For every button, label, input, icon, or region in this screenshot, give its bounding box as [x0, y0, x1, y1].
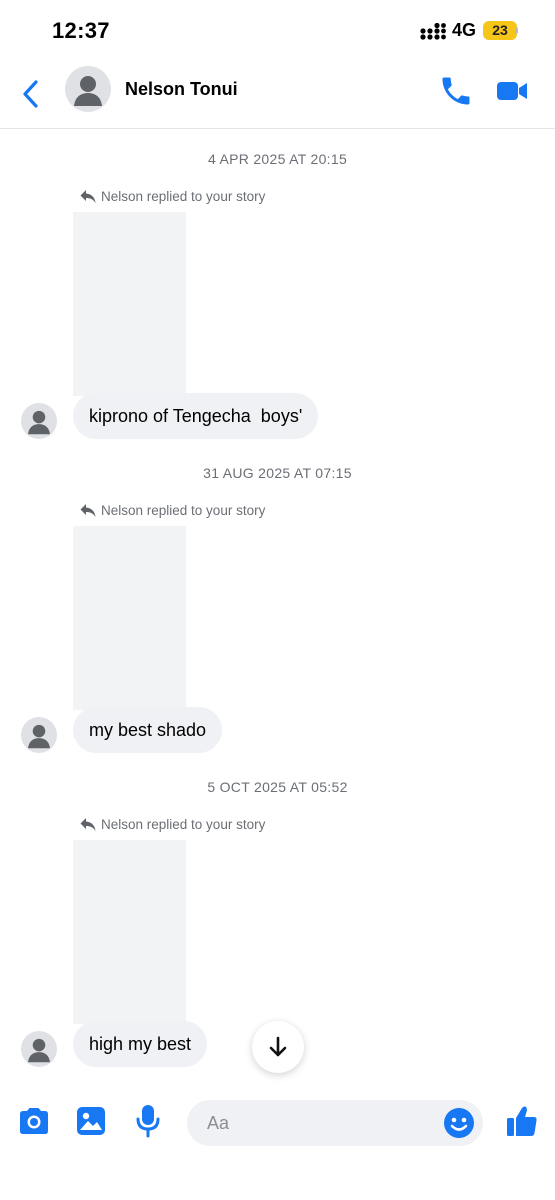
message-composer: Aa [0, 1090, 555, 1200]
contact-name[interactable]: Nelson Tonui [125, 79, 238, 100]
default-avatar-icon [74, 76, 102, 106]
message-input-placeholder: Aa [207, 1113, 230, 1133]
status-bar: 12:37 4G 23 [0, 0, 555, 60]
microphone-icon[interactable] [134, 1103, 162, 1139]
contact-avatar[interactable] [65, 66, 111, 112]
back-icon[interactable] [14, 74, 48, 114]
thumbs-up-icon[interactable] [505, 1104, 539, 1138]
phone-icon[interactable] [438, 73, 474, 109]
battery-indicator: 23 [483, 21, 517, 40]
story-reply-note: Nelson replied to your story [80, 503, 265, 518]
camera-icon[interactable] [17, 1106, 51, 1136]
sender-avatar[interactable] [21, 403, 57, 439]
smiley-icon[interactable] [443, 1107, 475, 1139]
story-reply-note: Nelson replied to your story [80, 817, 265, 832]
story-reply-note-text: Nelson replied to your story [101, 189, 266, 204]
default-avatar-icon [28, 724, 50, 749]
message-bubble[interactable]: high my best [73, 1021, 208, 1067]
story-reply-note: Nelson replied to your story [80, 189, 265, 204]
story-thumbnail[interactable] [73, 840, 186, 1024]
reply-arrow-icon [80, 504, 96, 517]
chat-header: Nelson Tonui [0, 60, 555, 129]
network-type: 4G [452, 20, 477, 40]
scroll-to-bottom-button[interactable] [252, 1021, 304, 1073]
story-thumbnail[interactable] [73, 212, 186, 396]
message-timestamp: 5 OCT 2025 AT 05:52 [207, 779, 348, 795]
default-avatar-icon [28, 410, 50, 435]
battery-level: 23 [492, 22, 508, 38]
signal-icon [420, 23, 446, 40]
story-reply-note-text: Nelson replied to your story [101, 503, 266, 518]
arrow-down-icon [269, 1036, 287, 1057]
status-time: 12:37 [52, 18, 110, 43]
message-input[interactable]: Aa [187, 1100, 483, 1146]
message-timestamp: 31 AUG 2025 AT 07:15 [203, 465, 352, 481]
battery-cap [515, 27, 518, 34]
reply-arrow-icon [80, 190, 96, 203]
story-thumbnail[interactable] [73, 526, 186, 710]
image-icon[interactable] [75, 1105, 107, 1137]
message-bubble[interactable]: my best shado [73, 707, 223, 753]
message-bubble[interactable]: kiprono of Tengecha boys' [73, 393, 319, 439]
message-timestamp: 4 APR 2025 AT 20:15 [207, 151, 348, 167]
reply-arrow-icon [80, 818, 96, 831]
sender-avatar[interactable] [21, 1031, 57, 1067]
story-reply-note-text: Nelson replied to your story [101, 817, 266, 832]
sender-avatar[interactable] [21, 717, 57, 753]
default-avatar-icon [28, 1038, 50, 1063]
video-camera-icon[interactable] [494, 74, 530, 108]
